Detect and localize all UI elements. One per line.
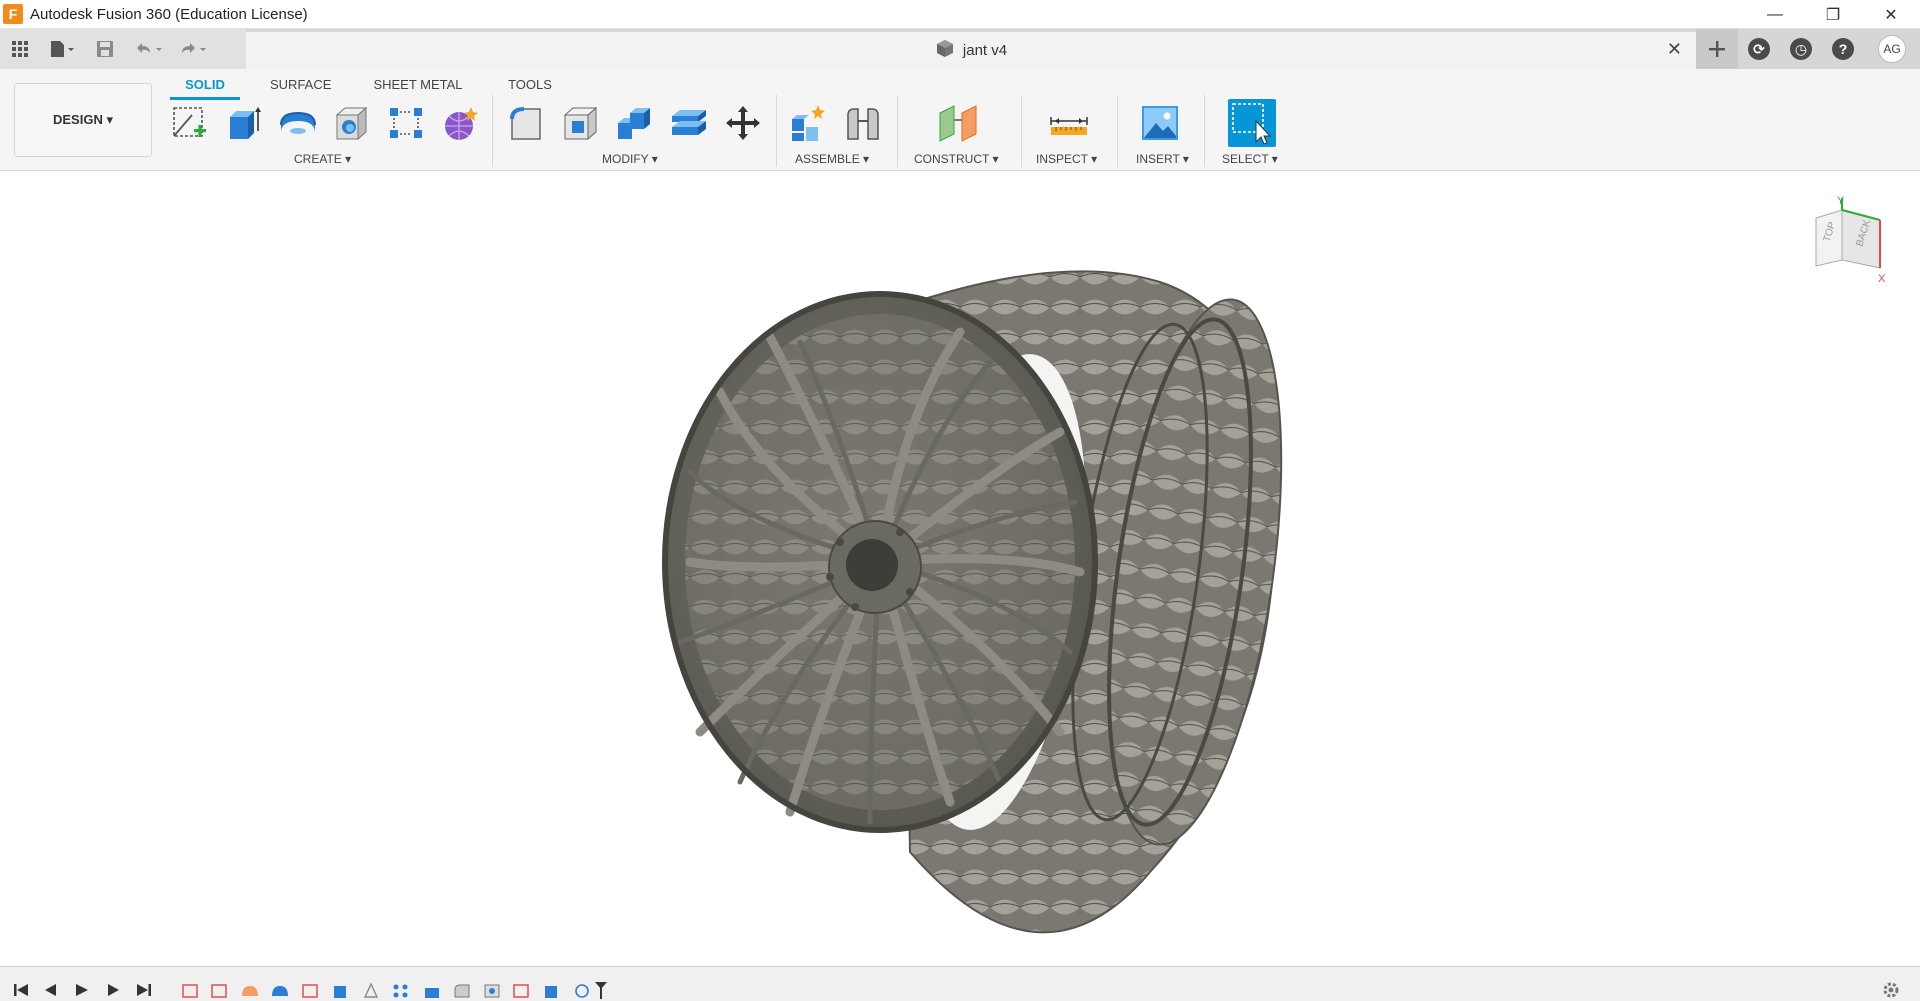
close-window-button[interactable]: ✕ <box>1862 0 1920 29</box>
ribbon-divider <box>897 95 898 167</box>
fillet-icon[interactable] <box>559 101 603 145</box>
press-pull-icon[interactable] <box>505 101 549 145</box>
assemble-menu[interactable]: ASSEMBLE ▾ <box>795 152 869 166</box>
tab-solid[interactable]: SOLID <box>170 73 240 100</box>
window-title: Autodesk Fusion 360 (Education License) <box>30 5 308 23</box>
wheel-model[interactable] <box>0 172 1920 966</box>
timeline-extrude-icon[interactable] <box>330 981 352 999</box>
go-to-end-icon[interactable] <box>133 981 155 999</box>
timeline-sketch-icon[interactable] <box>511 981 533 999</box>
user-avatar[interactable]: AG <box>1864 29 1920 69</box>
pattern-icon[interactable] <box>384 101 428 145</box>
account-toolbar: ⟳ ◷ ? AG <box>1696 29 1920 69</box>
select-tool-icon[interactable] <box>1228 99 1276 147</box>
ribbon-tabs: SOLID SURFACE SHEET METAL TOOLS <box>170 73 560 100</box>
ribbon-divider <box>1021 95 1022 167</box>
insert-menu[interactable]: INSERT ▾ <box>1136 152 1189 166</box>
job-status-icon[interactable]: ◷ <box>1780 29 1822 69</box>
file-menu-icon[interactable] <box>40 29 84 69</box>
window-controls: — ❐ ✕ <box>1746 0 1920 29</box>
timeline-pattern-icon[interactable] <box>390 981 412 999</box>
toolbar-ribbon: DESIGN ▾ SOLID SURFACE SHEET METAL TOOLS… <box>0 69 1920 171</box>
go-to-start-icon[interactable] <box>10 981 32 999</box>
document-tab[interactable]: jant v4 ✕ <box>246 32 1696 69</box>
canvas-viewport[interactable]: TOP BACK Y X <box>0 172 1920 966</box>
quick-access-bar: jant v4 ✕ ⟳ ◷ ? AG <box>0 29 1920 69</box>
revolve-icon[interactable] <box>276 101 320 145</box>
ribbon-divider <box>492 95 493 167</box>
new-component-icon[interactable] <box>787 101 831 145</box>
timeline-marker-icon[interactable] <box>590 981 612 999</box>
help-icon[interactable]: ? <box>1822 29 1864 69</box>
timeline-hole-icon[interactable] <box>481 981 503 999</box>
split-body-icon[interactable] <box>667 101 711 145</box>
close-document-icon[interactable]: ✕ <box>1667 39 1682 60</box>
extrude-icon[interactable] <box>222 101 266 145</box>
timeline-axis-icon[interactable] <box>360 981 382 999</box>
measure-icon[interactable] <box>1047 101 1091 145</box>
tab-surface[interactable]: SURFACE <box>270 73 331 100</box>
inspect-menu[interactable]: INSPECT ▾ <box>1036 152 1097 166</box>
ribbon-divider <box>776 95 777 167</box>
modify-menu[interactable]: MODIFY ▾ <box>602 152 658 166</box>
document-cube-icon <box>935 38 955 63</box>
insert-image-icon[interactable] <box>1138 101 1182 145</box>
timeline-sketch-icon[interactable] <box>300 981 322 999</box>
extensions-icon[interactable]: ⟳ <box>1738 29 1780 69</box>
timeline-combine-icon[interactable] <box>421 981 443 999</box>
fusion-logo-icon: F <box>3 4 23 24</box>
view-cube[interactable]: TOP BACK Y X <box>1802 195 1898 296</box>
select-menu[interactable]: SELECT ▾ <box>1222 152 1278 166</box>
undo-icon[interactable] <box>126 29 170 69</box>
axis-x-label: X <box>1878 273 1886 285</box>
timeline-fillet-icon[interactable] <box>451 981 473 999</box>
tab-sheet-metal[interactable]: SHEET METAL <box>368 73 468 100</box>
play-icon[interactable] <box>71 981 93 999</box>
title-bar: F Autodesk Fusion 360 (Education License… <box>0 0 1920 29</box>
timeline-revolve-icon[interactable] <box>239 981 261 999</box>
timeline-extrude-icon[interactable] <box>541 981 563 999</box>
step-back-icon[interactable] <box>40 981 62 999</box>
quick-access-toolbar <box>0 29 246 69</box>
new-tab-icon[interactable] <box>1696 29 1738 69</box>
data-panel-grid-icon[interactable] <box>0 29 40 69</box>
joint-icon[interactable] <box>841 101 885 145</box>
create-menu[interactable]: CREATE ▾ <box>294 152 351 166</box>
timeline-sketch-icon[interactable] <box>180 981 202 999</box>
ribbon-divider <box>1204 95 1205 167</box>
restore-button[interactable]: ❐ <box>1804 0 1862 29</box>
workspace-switcher[interactable]: DESIGN ▾ <box>14 83 152 157</box>
move-copy-icon[interactable] <box>721 101 765 145</box>
timeline-sketch-icon[interactable] <box>209 981 231 999</box>
save-icon[interactable] <box>84 29 126 69</box>
step-forward-icon[interactable] <box>102 981 124 999</box>
axis-y-label: Y <box>1837 196 1845 207</box>
timeline-revolve-icon[interactable] <box>269 981 291 999</box>
offset-plane-icon[interactable] <box>936 101 980 145</box>
redo-icon[interactable] <box>170 29 214 69</box>
construct-menu[interactable]: CONSTRUCT ▾ <box>914 152 998 166</box>
create-sketch-icon[interactable] <box>168 101 212 145</box>
document-name: jant v4 <box>962 42 1008 59</box>
minimize-button[interactable]: — <box>1746 0 1804 29</box>
ribbon-divider <box>1117 95 1118 167</box>
tab-tools[interactable]: TOOLS <box>500 73 560 100</box>
hole-icon[interactable] <box>330 101 374 145</box>
timeline-settings-gear-icon[interactable] <box>1880 981 1902 999</box>
create-form-icon[interactable] <box>438 101 482 145</box>
combine-icon[interactable] <box>613 101 657 145</box>
timeline-bar <box>0 966 1920 1001</box>
